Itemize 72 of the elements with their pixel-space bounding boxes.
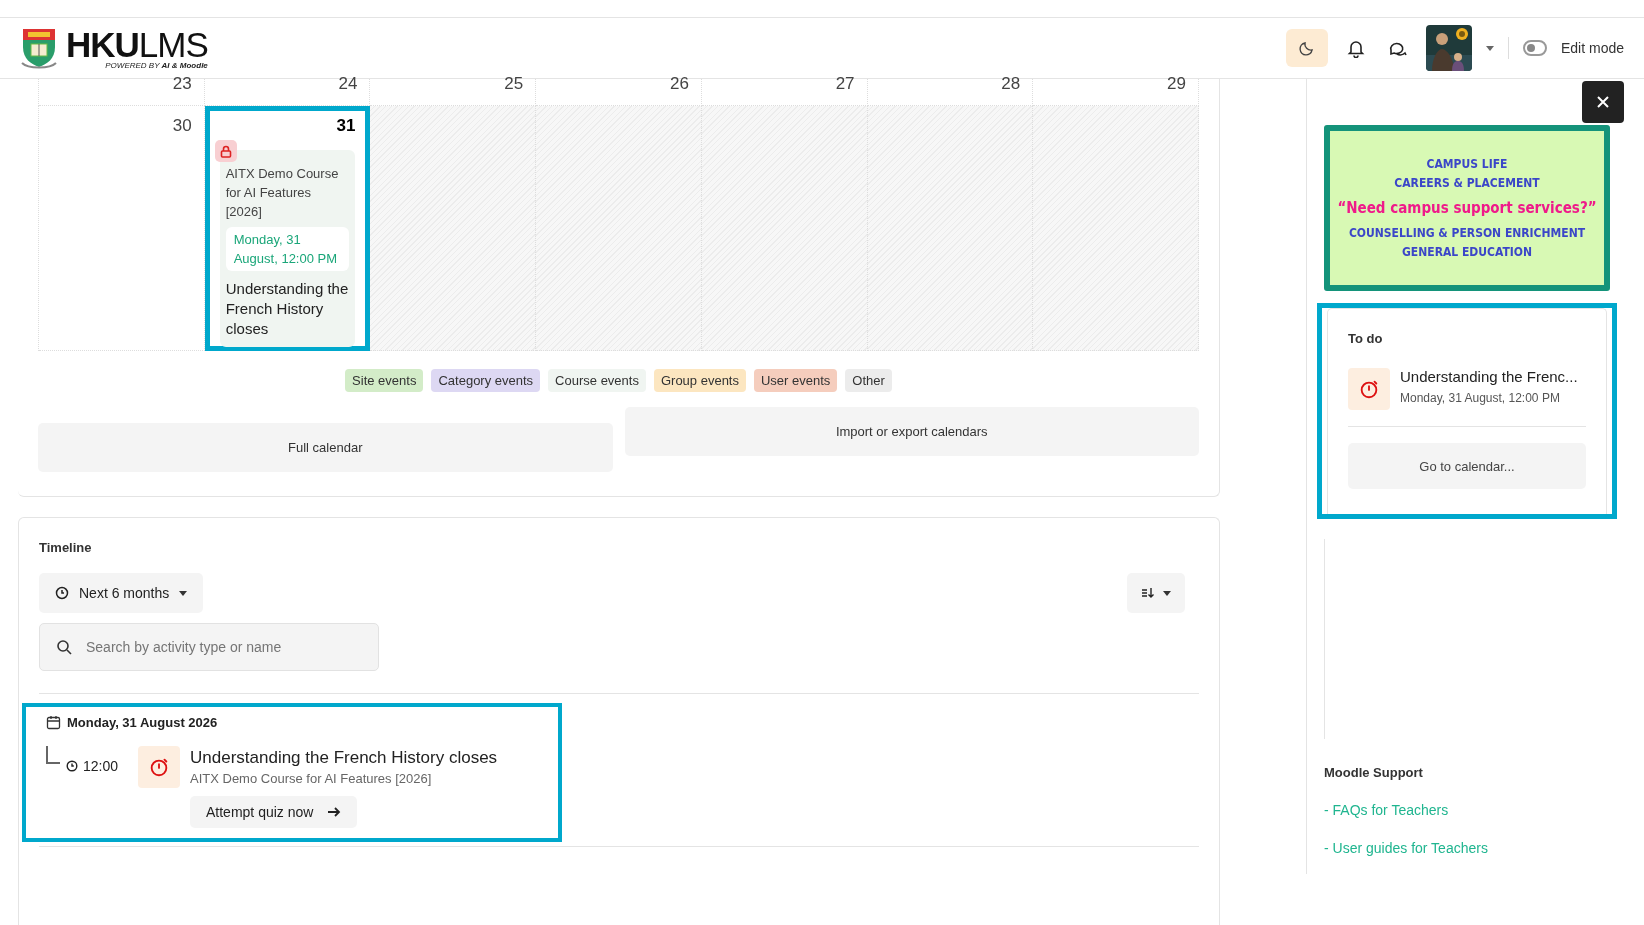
banner-headline: “Need campus support services?”: [1337, 198, 1597, 218]
legend-tag: Group events: [653, 369, 746, 392]
day-number: 30: [172, 116, 192, 136]
day-number: 27: [835, 79, 855, 89]
legend-tag: Site events: [345, 369, 424, 392]
event-course: AITX Demo Course for AI Features [2026]: [225, 165, 340, 221]
sort-button[interactable]: [1127, 573, 1185, 613]
event-name[interactable]: Understanding the French History closes: [190, 748, 498, 768]
go-to-calendar-button[interactable]: Go to calendar...: [1348, 443, 1586, 489]
timeline-title: Timeline: [39, 540, 93, 555]
stopwatch-icon: [148, 756, 170, 778]
full-calendar-button[interactable]: Full calendar: [38, 423, 613, 472]
todo-title: To do: [1348, 331, 1384, 346]
day-number: 29: [1167, 79, 1186, 89]
logo-title: HKULMS: [66, 26, 208, 63]
range-dropdown[interactable]: Next 6 months: [39, 573, 204, 613]
caret-icon[interactable]: [1485, 45, 1494, 51]
caret-icon: [179, 590, 188, 596]
banner[interactable]: CAMPUS LIFE CAREERS & PLACEMENT “Need campus support services?” COUNSELLING & PERSON ENRICHMENT GENERAL EDUCATION: [1324, 125, 1610, 291]
todo-item-date: Monday, 31 August, 12:00 PM: [1400, 391, 1561, 405]
stopwatch-icon: [1358, 378, 1380, 400]
outside-month-cell[interactable]: [1033, 106, 1199, 351]
event-course: AITX Demo Course for AI Features [2026]: [190, 771, 433, 786]
event-card[interactable]: AITX Demo Course for AI Features [2026] Monday, 31 August, 12:00 PM Understanding the French History closes: [219, 150, 356, 347]
timeline-date: Monday, 31 August 2026: [67, 715, 218, 730]
legend-tag: Other: [845, 369, 892, 392]
event-time: 12:00: [83, 758, 119, 774]
outside-month-cell[interactable]: [370, 106, 537, 351]
clock-icon: [55, 586, 69, 600]
support-title: Moodle Support: [1324, 765, 1424, 780]
calendar-day-cell[interactable]: 31 AITX Demo Course for AI Features [2026] Monday, 31 August, 12:00 PM Understanding the French History closes: [204, 106, 371, 351]
arrow-right-icon: [327, 806, 342, 818]
moon-icon: [1298, 40, 1315, 56]
todo-item-name[interactable]: Understanding the Frenc...: [1400, 368, 1578, 385]
dark-mode-button[interactable]: [1285, 29, 1328, 67]
import-export-button[interactable]: Import or export calendars: [624, 407, 1199, 456]
event-name: Understanding the French History closes: [225, 279, 350, 339]
legend-tag: User events: [754, 369, 838, 392]
search-field[interactable]: Search by activity type or name: [39, 623, 379, 671]
tree-connector: [46, 746, 60, 764]
outside-month-cell[interactable]: [536, 106, 702, 351]
banner-text: CAMPUS LIFE: [1426, 155, 1508, 173]
close-icon: [1596, 95, 1610, 109]
banner-text: GENERAL EDUCATION: [1402, 243, 1532, 261]
calendar-day-cell[interactable]: 24: [204, 79, 371, 106]
close-button[interactable]: [1582, 81, 1624, 123]
outside-month-cell[interactable]: [701, 106, 868, 351]
edit-mode-label: Edit mode: [1560, 40, 1624, 56]
clock-icon: [66, 760, 78, 772]
day-number: 23: [172, 79, 192, 89]
day-number: 28: [1001, 79, 1021, 89]
caret-icon: [1163, 590, 1171, 596]
banner-text: COUNSELLING & PERSON ENRICHMENT: [1348, 224, 1586, 242]
day-number: 31: [336, 116, 356, 136]
day-number: 26: [669, 79, 689, 89]
day-number: 25: [504, 79, 524, 89]
legend-tag: Category events: [431, 369, 541, 392]
lock-icon: [214, 140, 237, 162]
attempt-quiz-button[interactable]: Attempt quiz now: [190, 796, 358, 828]
legend-tag: Course events: [548, 369, 646, 392]
logo-tagline: POWERED BY AI & Moodle: [104, 60, 208, 70]
calendar-icon: [46, 715, 61, 730]
edit-mode-toggle[interactable]: [1522, 40, 1547, 56]
banner-text: CAREERS & PLACEMENT: [1394, 174, 1540, 192]
sort-icon: [1141, 587, 1155, 599]
calendar-day-cell[interactable]: 23: [39, 79, 205, 106]
crest-icon: [20, 27, 58, 69]
search-icon: [56, 639, 72, 655]
outside-month-cell[interactable]: [867, 106, 1034, 351]
event-date: Monday, 31 August, 12:00 PM: [225, 227, 350, 271]
day-number: 24: [338, 79, 358, 89]
calendar-day-cell[interactable]: 30: [39, 106, 205, 351]
